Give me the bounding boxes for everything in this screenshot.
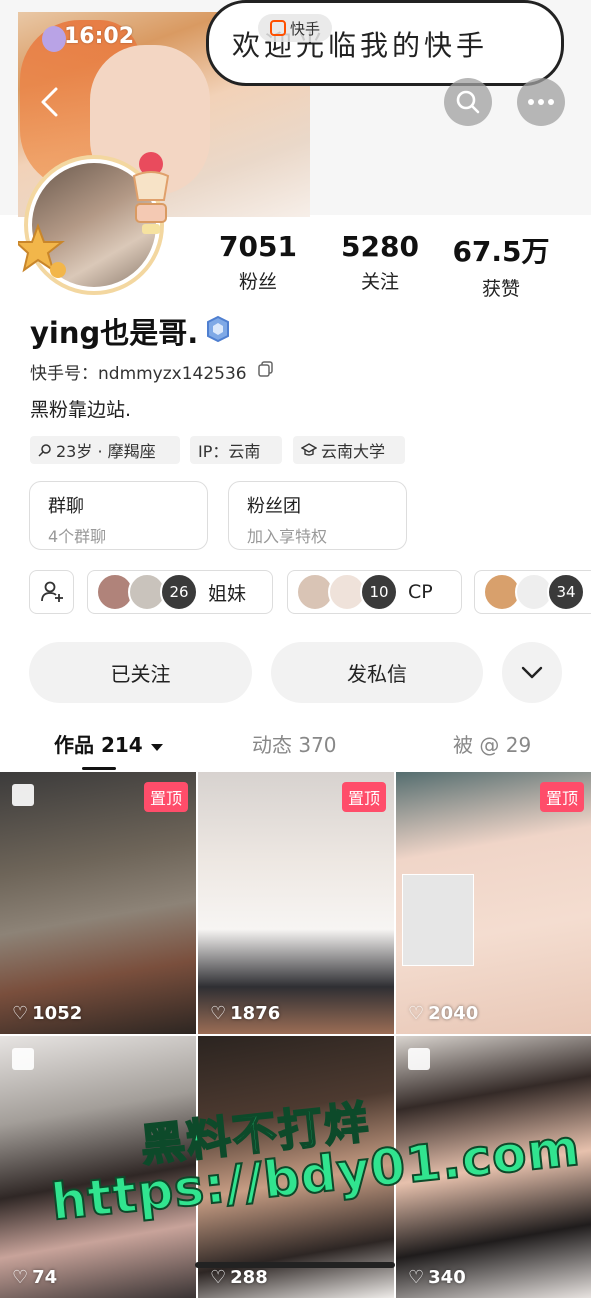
age-zodiac-tag: 23岁 · 摩羯座	[30, 436, 180, 464]
heart-icon: ♡	[210, 1003, 227, 1024]
more-button[interactable]	[517, 78, 565, 126]
heart-icon: ♡	[210, 1267, 227, 1288]
brand-label: 快手	[289, 19, 320, 38]
like-count-value: 1876	[230, 1003, 281, 1024]
stat-likes[interactable]: 67.5万 获赞	[441, 230, 561, 301]
username: ying也是哥.	[30, 316, 199, 350]
graduation-cap-icon	[301, 443, 317, 456]
stat-following-label: 关注	[360, 271, 399, 293]
pinned-badge: 置顶	[143, 782, 188, 812]
status-time: 16:02	[64, 24, 135, 49]
image-post-icon	[408, 1048, 430, 1070]
group-chat-subtitle: 4个群聊	[48, 527, 107, 546]
group-chat-card[interactable]: 群聊 4个群聊	[29, 481, 208, 550]
bio: 黑粉靠边站.	[30, 399, 132, 421]
tab-works[interactable]: 作品 214	[54, 729, 164, 758]
image-post-icon	[12, 784, 34, 806]
video-tile[interactable]: 置顶 ♡ 2040	[396, 772, 591, 1034]
send-message-button[interactable]: 发私信	[271, 642, 483, 703]
circle-name: 姐妹	[208, 582, 247, 605]
circle-member-count: 34	[547, 573, 585, 611]
like-count-value: 288	[230, 1267, 268, 1288]
verified-badge-icon[interactable]	[204, 315, 232, 343]
school-tag[interactable]: 云南大学	[293, 436, 405, 464]
like-count-value: 2040	[428, 1003, 479, 1024]
heart-icon: ♡	[408, 1003, 425, 1024]
circle-member-count: 10	[360, 573, 398, 611]
like-count: ♡ 74	[12, 1267, 57, 1288]
like-count-value: 74	[32, 1267, 58, 1288]
circle-member-count: 26	[160, 573, 198, 611]
cake-sticker-icon	[132, 152, 170, 234]
video-tile[interactable]: 置顶 ♡ 1876	[198, 772, 394, 1034]
back-button[interactable]	[30, 82, 70, 122]
chevron-left-icon	[41, 87, 58, 117]
like-count: ♡ 340	[408, 1267, 466, 1288]
heart-icon: ♡	[12, 1267, 29, 1288]
like-count: ♡ 288	[210, 1267, 268, 1288]
kuaishou-id: 快手号：ndmmyzx142536	[30, 364, 247, 384]
stat-likes-label: 获赞	[481, 278, 520, 300]
kuaishou-brand-chip: 快手	[258, 14, 332, 42]
like-count: ♡ 1876	[210, 1003, 280, 1024]
video-tile[interactable]: 置顶 ♡ 1052	[0, 772, 196, 1034]
fan-club-title: 粉丝团	[247, 496, 301, 517]
tab-mentioned[interactable]: 被 @ 29	[453, 729, 531, 758]
active-tab-indicator	[82, 767, 116, 770]
caret-down-icon	[150, 744, 163, 751]
heart-icon: ♡	[12, 1003, 29, 1024]
like-count: ♡ 1052	[12, 1003, 82, 1024]
stat-likes-value: 67.5万	[452, 235, 550, 268]
more-dots-icon	[528, 99, 554, 105]
kuaishou-logo-icon	[269, 20, 286, 36]
stat-following-value: 5280	[341, 230, 419, 263]
home-indicator[interactable]	[195, 1262, 395, 1268]
search-icon	[456, 90, 480, 114]
age-zodiac-text: 23岁 · 摩羯座	[56, 442, 156, 461]
circle-third[interactable]: 34	[474, 570, 591, 614]
tab-works-label: 作品 214	[54, 733, 143, 757]
fan-club-card[interactable]: 粉丝团 加入享特权	[228, 481, 407, 550]
like-count-value: 1052	[32, 1003, 83, 1024]
pinned-badge: 置顶	[539, 782, 584, 812]
copy-icon[interactable]	[258, 361, 274, 377]
circle-name: CP	[408, 581, 433, 603]
like-count: ♡ 2040	[408, 1003, 478, 1024]
image-post-icon	[12, 1048, 34, 1070]
add-friend-button[interactable]	[29, 570, 74, 614]
like-count-value: 340	[428, 1267, 466, 1288]
add-user-icon	[40, 581, 63, 602]
stat-fans[interactable]: 7051 粉丝	[198, 230, 318, 294]
followed-button[interactable]: 已关注	[29, 642, 252, 703]
star-sticker-icon	[18, 223, 66, 278]
school-text: 云南大学	[321, 442, 386, 461]
circle-cp[interactable]: 10 CP	[287, 570, 462, 614]
stat-fans-value: 7051	[219, 230, 297, 263]
search-button[interactable]	[444, 78, 492, 126]
chevron-down-icon	[521, 666, 543, 678]
tab-feed[interactable]: 动态 370	[252, 729, 337, 758]
status-heart-icon	[42, 26, 66, 52]
ip-location-text: IP：云南	[198, 442, 261, 461]
stat-following[interactable]: 5280 关注	[320, 230, 440, 294]
stat-fans-label: 粉丝	[238, 271, 277, 293]
gender-icon	[38, 444, 51, 457]
group-chat-title: 群聊	[48, 496, 84, 517]
inset-photo	[402, 874, 474, 966]
expand-button[interactable]	[502, 642, 562, 703]
pinned-badge: 置顶	[341, 782, 386, 812]
heart-icon: ♡	[408, 1267, 425, 1288]
circle-sisters[interactable]: 26 姐妹	[87, 570, 273, 614]
ip-location-tag: IP：云南	[190, 436, 282, 464]
fan-club-subtitle: 加入享特权	[247, 527, 328, 546]
